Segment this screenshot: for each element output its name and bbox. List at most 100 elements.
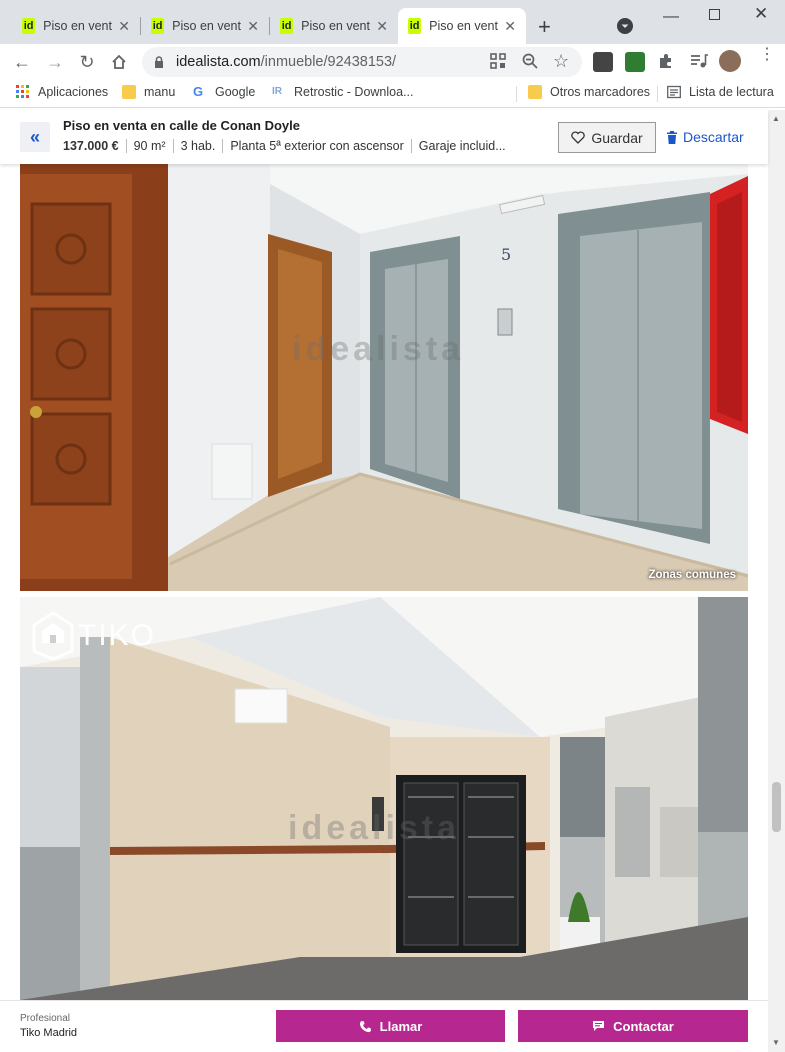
extension-icon[interactable] bbox=[593, 52, 613, 72]
folder-icon bbox=[122, 85, 136, 99]
tiko-wordmark: TIKO bbox=[78, 619, 157, 652]
advertiser-type: Profesional bbox=[20, 1013, 71, 1024]
maximize-window-icon[interactable] bbox=[709, 9, 720, 20]
bookmark-google[interactable]: G Google bbox=[193, 84, 256, 100]
idealista-favicon-icon: id bbox=[22, 18, 36, 34]
listing-floor: Planta 5ª exterior con ascensor bbox=[222, 139, 410, 153]
reading-list-icon bbox=[667, 85, 681, 99]
reload-icon[interactable]: ↻ bbox=[75, 50, 99, 74]
discard-label: Descartar bbox=[683, 129, 744, 145]
bookmark-apps[interactable]: Aplicaciones bbox=[16, 85, 108, 99]
google-icon: G bbox=[193, 84, 204, 99]
double-chevron-left-icon: « bbox=[29, 126, 40, 147]
bookmark-retrostic[interactable]: IR Retrostic - Downloa... bbox=[272, 85, 413, 99]
other-bookmarks-label: Otros marcadores bbox=[550, 85, 651, 99]
tab-search-icon[interactable] bbox=[617, 18, 633, 34]
close-window-icon[interactable]: ✕ bbox=[754, 4, 768, 24]
bookmark-divider bbox=[516, 86, 517, 102]
listing-title: Piso en venta en calle de Conan Doyle bbox=[63, 118, 300, 133]
listing-price: 137.000 € bbox=[63, 139, 119, 153]
house-shield-icon bbox=[32, 611, 74, 661]
idealista-favicon-icon: id bbox=[280, 18, 294, 34]
browser-tab-active[interactable]: id Piso en venta ✕ bbox=[398, 8, 526, 44]
phone-icon bbox=[359, 1020, 371, 1032]
lock-icon bbox=[154, 56, 164, 68]
back-arrow-icon[interactable]: ← bbox=[10, 50, 34, 74]
bookmark-manu[interactable]: manu bbox=[122, 85, 175, 99]
discard-button[interactable]: Descartar bbox=[667, 129, 744, 145]
floor-number-sign: 5 bbox=[501, 245, 511, 264]
browser-tab[interactable]: id Piso en venta ✕ bbox=[141, 8, 269, 44]
url-path: /inmueble/92438153/ bbox=[260, 54, 397, 70]
chat-bubble-icon bbox=[593, 1021, 605, 1031]
bookmarks-bar: Aplicaciones manu G Google IR Retrostic … bbox=[0, 80, 785, 108]
apps-grid-icon bbox=[16, 85, 30, 99]
page-scrollbar[interactable]: ▲ ▼ bbox=[768, 110, 785, 1052]
other-bookmarks[interactable]: Otros marcadores bbox=[528, 85, 650, 99]
save-label: Guardar bbox=[591, 129, 643, 146]
reading-list-label: Lista de lectura bbox=[689, 85, 774, 99]
zoom-icon[interactable] bbox=[521, 52, 539, 70]
retrostic-icon: IR bbox=[272, 86, 282, 97]
call-label: Llamar bbox=[379, 1018, 423, 1034]
listing-header: « Piso en venta en calle de Conan Doyle … bbox=[0, 110, 768, 164]
listing-photo[interactable]: 5 idealista Zonas comunes bbox=[20, 164, 748, 591]
tab-title: Piso en venta bbox=[172, 19, 242, 33]
tab-title: Piso en venta bbox=[43, 19, 113, 33]
scrollbar-thumb[interactable] bbox=[772, 782, 781, 832]
bookmark-label: Google bbox=[215, 85, 256, 99]
idealista-watermark: idealista bbox=[292, 330, 465, 368]
trash-icon bbox=[667, 130, 677, 144]
url-domain: idealista.com bbox=[176, 54, 261, 70]
browser-menu-icon[interactable]: ⋮ bbox=[759, 47, 775, 63]
close-tab-icon[interactable]: ✕ bbox=[376, 18, 388, 35]
forward-arrow-icon[interactable]: → bbox=[43, 50, 67, 74]
listing-photo[interactable]: TIKO idealista bbox=[20, 597, 748, 1000]
photo-caption: Zonas comunes bbox=[648, 569, 736, 581]
bookmark-divider bbox=[657, 86, 658, 102]
bookmark-label: Retrostic - Downloa... bbox=[294, 85, 414, 99]
photo-gallery: 5 idealista Zonas comunes TIKO idealista bbox=[0, 164, 768, 1000]
reading-list[interactable]: Lista de lectura bbox=[667, 85, 774, 99]
tab-title: Piso en venta bbox=[301, 19, 371, 33]
advertiser-name[interactable]: Tiko Madrid bbox=[20, 1027, 77, 1039]
minimize-window-icon[interactable]: — bbox=[663, 8, 679, 26]
tiko-logo: TIKO bbox=[32, 611, 156, 661]
bookmark-label: manu bbox=[144, 85, 176, 99]
listing-garage: Garaje incluid... bbox=[410, 139, 513, 153]
extension-icon[interactable] bbox=[625, 52, 645, 72]
bookmark-star-icon[interactable]: ☆ bbox=[553, 51, 569, 72]
contact-label: Contactar bbox=[613, 1018, 674, 1034]
idealista-favicon-icon: id bbox=[408, 18, 422, 34]
listing-features: 137.000 € 90 m² 3 hab. Planta 5ª exterio… bbox=[63, 139, 513, 153]
close-tab-icon[interactable]: ✕ bbox=[118, 18, 130, 35]
save-button[interactable]: Guardar bbox=[558, 122, 656, 153]
address-bar[interactable]: idealista.com/inmueble/92438153/ bbox=[142, 47, 582, 77]
scroll-up-arrow-icon[interactable]: ▲ bbox=[772, 114, 780, 123]
close-tab-icon[interactable]: ✕ bbox=[247, 18, 259, 35]
extensions-puzzle-icon[interactable] bbox=[657, 52, 675, 70]
folder-icon bbox=[528, 85, 542, 99]
contact-bar: Profesional Tiko Madrid Llamar Contactar bbox=[0, 1000, 768, 1052]
heart-icon bbox=[571, 131, 586, 144]
listing-area: 90 m² bbox=[125, 139, 173, 153]
home-icon[interactable] bbox=[107, 50, 131, 74]
call-button[interactable]: Llamar bbox=[276, 1010, 505, 1042]
qr-code-icon[interactable] bbox=[490, 53, 506, 69]
browser-tab[interactable]: id Piso en venta ✕ bbox=[12, 8, 140, 44]
idealista-watermark: idealista bbox=[288, 809, 461, 847]
back-to-results-button[interactable]: « bbox=[20, 122, 50, 152]
scroll-down-arrow-icon[interactable]: ▼ bbox=[772, 1038, 780, 1047]
new-tab-button[interactable]: + bbox=[538, 14, 551, 40]
browser-toolbar: ← → ↻ idealista.com/inmueble/92438153/ ☆… bbox=[0, 44, 785, 80]
bookmark-label: Aplicaciones bbox=[38, 85, 109, 99]
listing-rooms: 3 hab. bbox=[172, 139, 223, 153]
tab-title: Piso en venta bbox=[429, 19, 499, 33]
browser-tab[interactable]: id Piso en venta ✕ bbox=[270, 8, 398, 44]
contact-button[interactable]: Contactar bbox=[518, 1010, 748, 1042]
browser-tab-strip: id Piso en venta ✕ id Piso en venta ✕ id… bbox=[0, 0, 785, 44]
close-tab-icon[interactable]: ✕ bbox=[504, 18, 516, 35]
profile-avatar[interactable] bbox=[719, 50, 741, 72]
media-control-icon[interactable] bbox=[689, 52, 709, 70]
idealista-favicon-icon: id bbox=[151, 18, 165, 34]
